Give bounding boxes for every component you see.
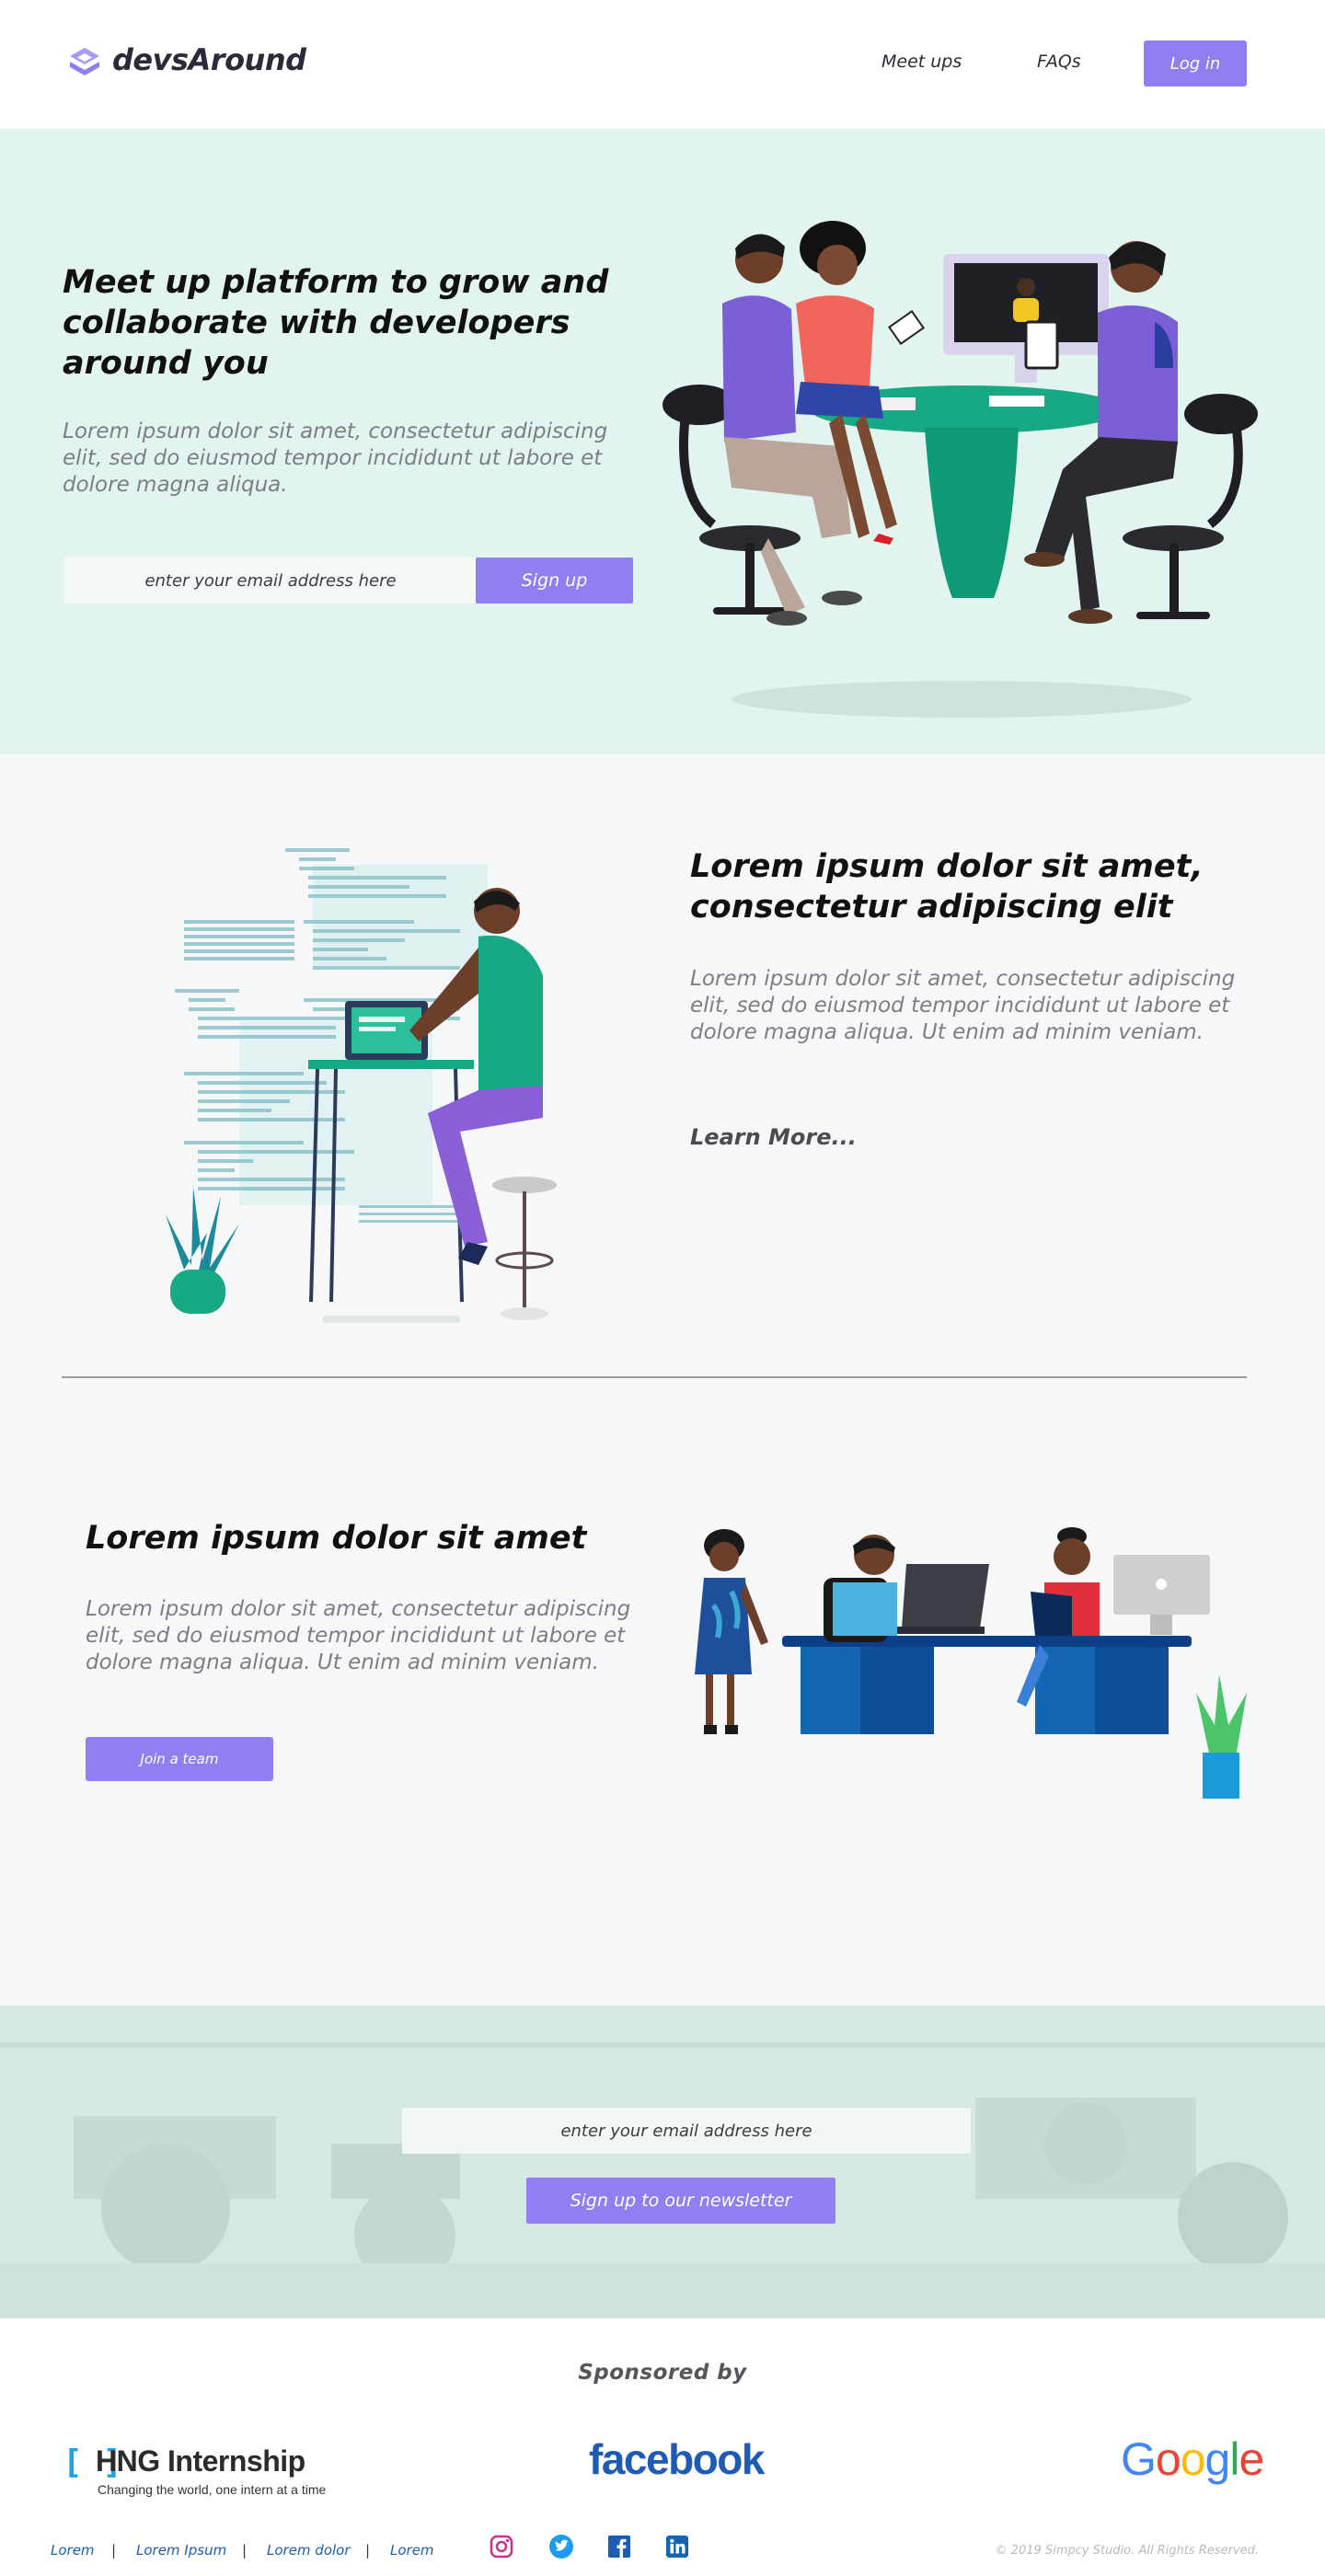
footer-separator: | — [111, 2542, 117, 2559]
office-photo-background — [0, 2006, 1325, 2318]
google-letter: o — [1155, 2433, 1181, 2485]
sponsored-heading: Sponsored by — [578, 2361, 747, 2385]
footer-link[interactable]: Lorem — [390, 2542, 434, 2559]
google-letter: l — [1229, 2433, 1239, 2485]
footer-link[interactable]: Lorem — [51, 2542, 95, 2559]
learn-more-link[interactable]: Learn More... — [690, 1124, 857, 1150]
google-logo[interactable]: Google — [1121, 2432, 1264, 2486]
newsletter-section: Sign up to our newsletter — [0, 2006, 1325, 2318]
hng-logo-name[interactable]: HNG Internship — [96, 2444, 305, 2478]
footer-link[interactable]: Lorem dolor — [267, 2542, 351, 2559]
newsletter-email-input[interactable] — [402, 2108, 971, 2154]
instagram-icon[interactable] — [489, 2534, 514, 2559]
feature-one-body: Lorem ipsum dolor sit amet, consectetur … — [690, 967, 1236, 1044]
facebook-logo[interactable]: facebook — [589, 2434, 765, 2484]
twitter-icon[interactable] — [548, 2534, 574, 2559]
nav-meetups-link[interactable]: Meet ups — [881, 52, 962, 72]
hero-subtitle: Lorem ipsum dolor sit amet, consectetur … — [63, 420, 608, 497]
team-meeting-illustration — [662, 221, 1258, 718]
newsletter-signup-button[interactable]: Sign up to our newsletter — [526, 2178, 835, 2224]
section-divider — [62, 1376, 1247, 1378]
site-footer: Sponsored by [ ] HNG Internship Changing… — [0, 2318, 1325, 2576]
nav-faqs-link[interactable]: FAQs — [1037, 52, 1081, 72]
footer-separator: | — [365, 2542, 371, 2559]
copyright-text: © 2019 Simpcy Studio. All Rights Reserve… — [995, 2544, 1259, 2558]
feature-one-title: Lorem ipsum dolor sit amet, consectetur … — [690, 848, 1204, 926]
hng-tagline: Changing the world, one intern at a time — [98, 2482, 327, 2497]
logo-icon[interactable] — [66, 46, 103, 79]
login-button[interactable]: Log in — [1144, 40, 1247, 86]
hero-signup-button[interactable]: Sign up — [476, 558, 633, 604]
hero-email-input[interactable] — [64, 558, 477, 604]
google-letter: g — [1204, 2433, 1231, 2485]
hero-section: Meet up platform to grow and collaborate… — [0, 129, 1325, 754]
office-team-illustration — [695, 1527, 1247, 1799]
facebook-icon[interactable] — [606, 2534, 632, 2559]
developer-coding-illustration — [166, 848, 557, 1323]
join-team-button[interactable]: Join a team — [86, 1737, 273, 1781]
feature-two-title: Lorem ipsum dolor sit amet — [86, 1520, 587, 1557]
logo-text[interactable]: devsAround — [112, 42, 306, 77]
google-letter: e — [1239, 2433, 1264, 2485]
footer-separator: | — [242, 2542, 248, 2559]
hero-title: Meet up platform to grow and collaborate… — [63, 264, 609, 382]
google-letter: o — [1180, 2433, 1206, 2485]
features-section: Lorem ipsum dolor sit amet, consectetur … — [0, 754, 1325, 2006]
linkedin-icon[interactable] — [664, 2534, 690, 2559]
footer-link[interactable]: Lorem Ipsum — [136, 2542, 226, 2559]
google-letter: G — [1121, 2433, 1157, 2485]
site-header: devsAround Meet ups FAQs Log in — [0, 0, 1325, 129]
feature-two-body: Lorem ipsum dolor sit amet, consectetur … — [86, 1597, 631, 1674]
